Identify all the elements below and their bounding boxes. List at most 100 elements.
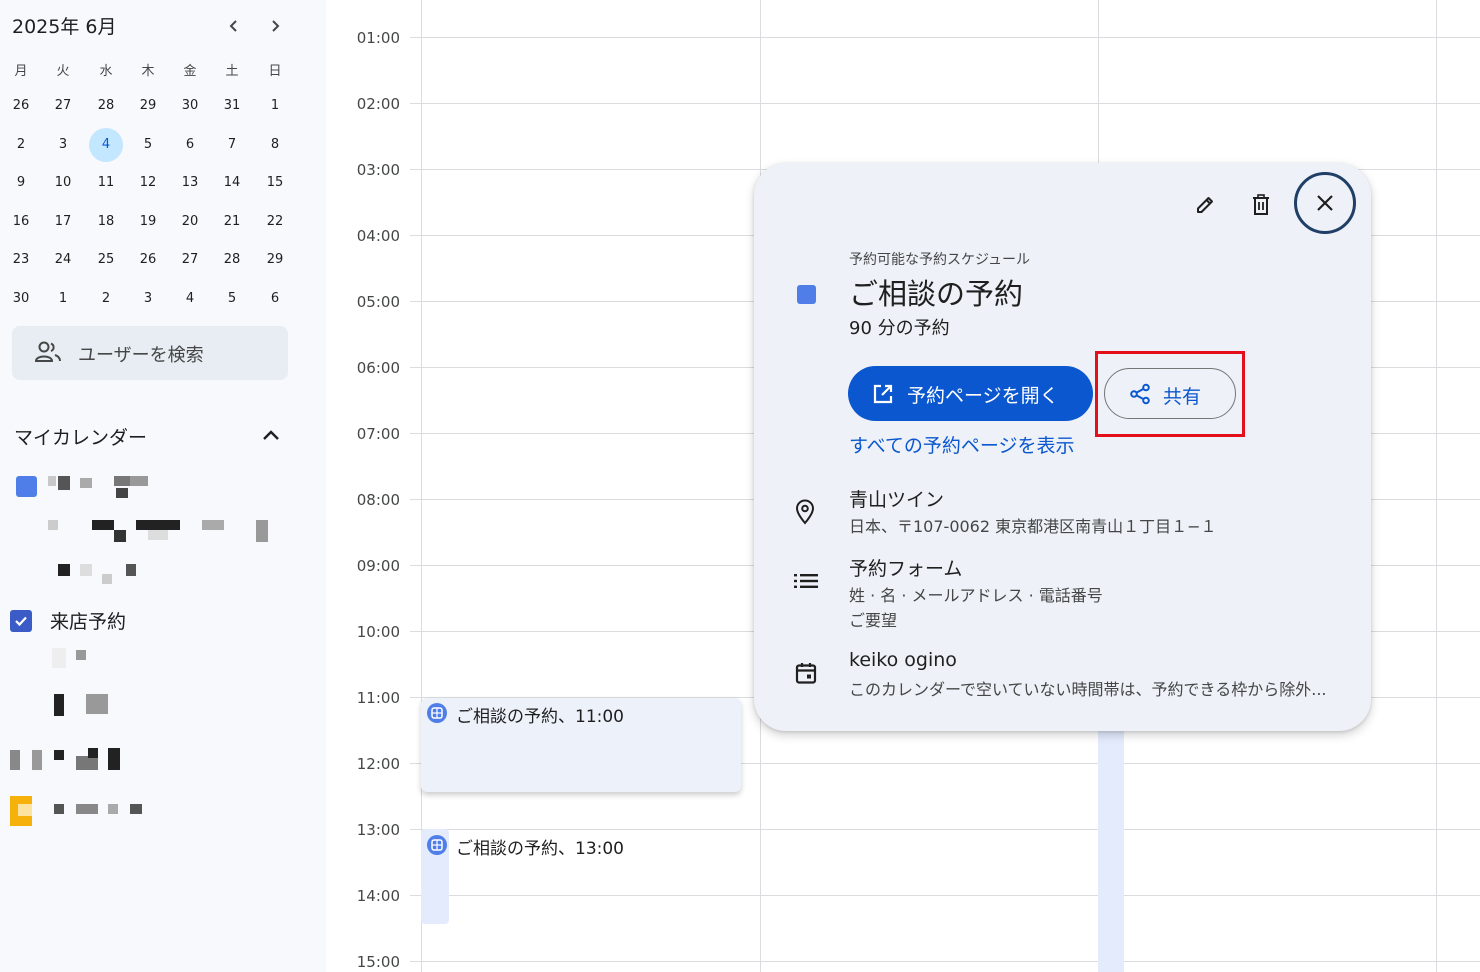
calendar-color-swatch[interactable] xyxy=(16,476,37,497)
mini-calendar-day[interactable]: 2 xyxy=(89,282,123,316)
mini-calendar-day[interactable]: 25 xyxy=(89,243,123,277)
calendar-item-raiten-yoyaku[interactable]: 来店予約 xyxy=(10,607,126,634)
next-month-button[interactable] xyxy=(263,14,287,38)
edit-button[interactable] xyxy=(1185,185,1225,225)
event-label: ご相談の予約、11:00 xyxy=(456,707,624,727)
mini-calendar-day[interactable]: 1 xyxy=(258,89,292,123)
time-label: 09:00 xyxy=(356,557,400,575)
time-label: 11:00 xyxy=(356,689,400,707)
mini-calendar-day[interactable]: 15 xyxy=(258,166,292,200)
booking-form-extra: ご要望 xyxy=(849,611,898,630)
trash-icon xyxy=(1253,194,1269,215)
mini-calendar-day[interactable]: 16 xyxy=(4,205,38,239)
event-chip-1300[interactable]: ご相談の予約、13:00 xyxy=(421,831,741,861)
hour-line xyxy=(410,895,1480,896)
mini-calendar-day[interactable]: 12 xyxy=(131,166,165,200)
booking-grid-icon xyxy=(427,835,447,855)
time-label: 02:00 xyxy=(356,95,400,113)
time-label: 04:00 xyxy=(356,227,400,245)
mini-calendar-day[interactable]: 29 xyxy=(131,89,165,123)
time-axis: 01:00 02:00 03:00 04:00 05:00 06:00 07:0… xyxy=(326,0,422,972)
weekday-tue: 火 xyxy=(56,64,70,79)
mini-calendar-day[interactable]: 5 xyxy=(215,282,249,316)
search-users-button[interactable]: ユーザーを検索 xyxy=(12,326,288,380)
weekday-thu: 木 xyxy=(141,64,155,79)
mini-calendar-day[interactable]: 17 xyxy=(46,205,80,239)
time-label: 08:00 xyxy=(356,491,400,509)
mini-calendar-day[interactable]: 11 xyxy=(89,166,123,200)
mini-calendar-day[interactable]: 6 xyxy=(258,282,292,316)
mini-calendar-day[interactable]: 23 xyxy=(4,243,38,277)
mini-calendar-day[interactable]: 27 xyxy=(173,243,207,277)
calendar-note: このカレンダーで空いていない時間帯は、予約できる枠から除外... xyxy=(849,680,1327,699)
mini-calendar-day[interactable]: 18 xyxy=(89,205,123,239)
chevron-right-icon xyxy=(272,20,280,32)
mini-calendar-day[interactable]: 24 xyxy=(46,243,80,277)
mini-calendar-day[interactable]: 5 xyxy=(131,128,165,162)
time-label: 15:00 xyxy=(356,953,400,971)
booking-grid-icon xyxy=(427,703,447,723)
mini-calendar-day[interactable]: 3 xyxy=(46,128,80,162)
booking-form-fields: 姓 · 名 · メールアドレス · 電話番号 xyxy=(849,586,1103,605)
event-chip-1100[interactable]: ご相談の予約、11:00 xyxy=(421,698,741,792)
mini-calendar-day[interactable]: 3 xyxy=(131,282,165,316)
booking-slot-strip[interactable] xyxy=(1098,730,1124,972)
mini-calendar-day[interactable]: 26 xyxy=(131,243,165,277)
mini-calendar-day[interactable]: 21 xyxy=(215,205,249,239)
weekday-sun: 日 xyxy=(268,64,282,79)
open-in-new-icon xyxy=(873,384,893,404)
view-all-booking-pages-link[interactable]: すべての予約ページを表示 xyxy=(849,431,1075,458)
event-label: ご相談の予約、13:00 xyxy=(456,839,624,859)
weekday-mon: 月 xyxy=(14,64,28,79)
mini-calendar-day[interactable]: 4 xyxy=(173,282,207,316)
close-button[interactable] xyxy=(1294,172,1356,234)
mini-calendar-day[interactable]: 31 xyxy=(215,89,249,123)
mini-calendar-day[interactable]: 26 xyxy=(4,89,38,123)
mini-calendar-day[interactable]: 9 xyxy=(4,166,38,200)
list-icon xyxy=(794,574,818,588)
calendar-item[interactable] xyxy=(10,476,37,497)
mini-calendar-day[interactable]: 20 xyxy=(173,205,207,239)
hour-line xyxy=(410,829,1480,830)
day-column-line xyxy=(1436,0,1437,972)
event-duration: 90 分の予約 xyxy=(849,318,950,339)
pencil-icon xyxy=(1197,197,1213,213)
mini-calendar-day[interactable]: 28 xyxy=(89,89,123,123)
mini-calendar-day[interactable]: 22 xyxy=(258,205,292,239)
mini-calendar-day[interactable]: 6 xyxy=(173,128,207,162)
booking-form-title: 予約フォーム xyxy=(849,558,963,580)
weekday-wed: 水 xyxy=(99,64,113,79)
mini-calendar-day[interactable]: 1 xyxy=(46,282,80,316)
mini-calendar-day[interactable]: 27 xyxy=(46,89,80,123)
time-label: 03:00 xyxy=(356,161,400,179)
mini-calendar-day[interactable]: 30 xyxy=(173,89,207,123)
calendar-icon xyxy=(795,663,817,684)
time-label: 10:00 xyxy=(356,623,400,641)
calendar-owner: keiko ogino xyxy=(849,649,957,671)
event-title: ご相談の予約 xyxy=(849,277,1024,311)
day-column-line xyxy=(421,0,422,972)
delete-button[interactable] xyxy=(1241,185,1281,225)
mini-calendar-day[interactable]: 14 xyxy=(215,166,249,200)
mini-calendar-day[interactable]: 2 xyxy=(4,128,38,162)
mini-calendar-day[interactable]: 7 xyxy=(215,128,249,162)
mini-calendar-day[interactable]: 29 xyxy=(258,243,292,277)
mini-calendar-day-today[interactable]: 4 xyxy=(89,128,123,162)
mini-calendar-day[interactable]: 19 xyxy=(131,205,165,239)
prev-month-button[interactable] xyxy=(222,14,246,38)
hour-line xyxy=(410,37,1480,38)
collapse-my-calendars-button[interactable] xyxy=(260,424,282,450)
open-booking-page-button[interactable]: 予約ページを開く xyxy=(848,366,1093,421)
sidebar: 2025年 6月 月 火 水 木 金 土 日 26 27 28 29 30 31… xyxy=(0,0,326,972)
mini-calendar-day[interactable]: 13 xyxy=(173,166,207,200)
my-calendars-heading: マイカレンダー xyxy=(14,427,148,449)
mini-calendar-day[interactable]: 28 xyxy=(215,243,249,277)
mini-calendar-day[interactable]: 8 xyxy=(258,128,292,162)
mini-calendar-title: 2025年 6月 xyxy=(12,16,117,38)
calendar-checkbox[interactable] xyxy=(10,609,32,632)
chevron-up-icon xyxy=(263,430,279,440)
mini-calendar-day[interactable]: 10 xyxy=(46,166,80,200)
location-address: 日本、〒107-0062 東京都港区南青山１丁目１−１ xyxy=(849,517,1217,536)
mini-calendar-day[interactable]: 30 xyxy=(4,282,38,316)
close-icon xyxy=(1317,195,1333,211)
